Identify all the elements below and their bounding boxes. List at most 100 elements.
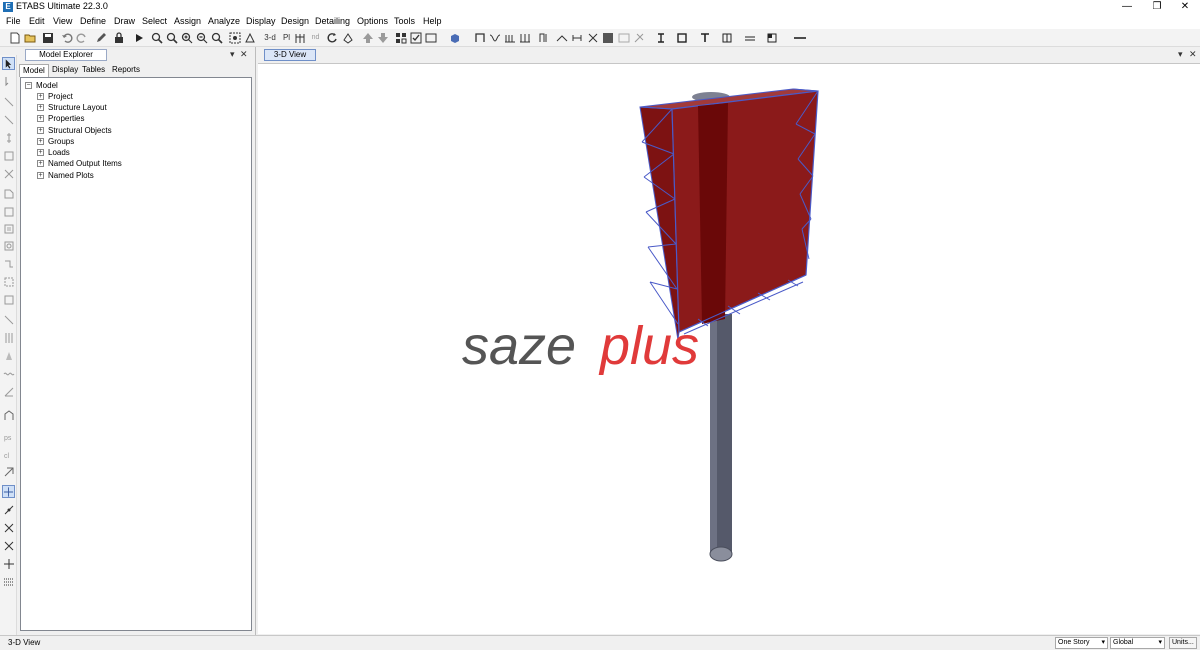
- menu-tools[interactable]: Tools: [394, 16, 415, 26]
- menu-display[interactable]: Display: [246, 16, 276, 26]
- draw-rect-floor-icon[interactable]: [2, 205, 15, 218]
- expand-icon[interactable]: +: [37, 114, 44, 122]
- minimize-button[interactable]: —: [1112, 0, 1142, 14]
- snap-fine-grid-icon[interactable]: [2, 575, 15, 588]
- expand-icon[interactable]: +: [37, 137, 44, 145]
- draw-link-icon[interactable]: [2, 313, 15, 326]
- draw-column-left-icon[interactable]: [2, 131, 15, 144]
- draw-beam-icon[interactable]: [654, 31, 667, 44]
- run-analysis-icon[interactable]: [132, 31, 145, 44]
- coordinate-system-selector[interactable]: Global ▾: [1110, 637, 1165, 649]
- save-icon[interactable]: [41, 31, 54, 44]
- zoom-out-icon[interactable]: [195, 31, 208, 44]
- zoom-restore-icon[interactable]: [165, 31, 178, 44]
- tree-node-structural-objects[interactable]: + Structural Objects: [37, 125, 112, 135]
- menu-analyze[interactable]: Analyze: [208, 16, 240, 26]
- move-up-icon[interactable]: [361, 31, 374, 44]
- tab-model[interactable]: Model: [19, 64, 49, 77]
- snap-intersections-icon[interactable]: [2, 521, 15, 534]
- expand-icon[interactable]: +: [37, 159, 44, 167]
- plan-view-button[interactable]: Pl: [280, 31, 293, 44]
- draw-opening-icon[interactable]: [765, 31, 778, 44]
- collapse-icon[interactable]: −: [25, 81, 32, 89]
- draw-frame-icon[interactable]: [2, 113, 15, 126]
- menu-file[interactable]: File: [6, 16, 21, 26]
- model-canvas[interactable]: saze plus: [258, 63, 1200, 634]
- units-button[interactable]: Units...: [1169, 637, 1197, 649]
- snap-points-icon[interactable]: [2, 485, 15, 498]
- pencil-icon[interactable]: [94, 31, 107, 44]
- disabled-tool-icon[interactable]: [617, 31, 630, 44]
- select-previous-icon[interactable]: ps: [2, 429, 15, 442]
- tab-reports[interactable]: Reports: [109, 64, 143, 77]
- draw-joint-icon[interactable]: [2, 95, 15, 108]
- tab-tables[interactable]: Tables: [79, 64, 108, 77]
- draw-column-icon[interactable]: [675, 31, 688, 44]
- links-icon[interactable]: [503, 31, 516, 44]
- view-dropdown-icon[interactable]: ▾: [1178, 49, 1183, 60]
- draw-tendon-icon[interactable]: [2, 367, 15, 380]
- menu-assign[interactable]: Assign: [174, 16, 201, 26]
- menu-detailing[interactable]: Detailing: [315, 16, 350, 26]
- grid-icon[interactable]: [586, 31, 599, 44]
- fill-objects-icon[interactable]: [473, 31, 486, 44]
- menu-help[interactable]: Help: [423, 16, 442, 26]
- model-check-icon[interactable]: [601, 31, 614, 44]
- undo-icon[interactable]: [60, 31, 73, 44]
- draw-grid-icon[interactable]: [2, 331, 15, 344]
- draw-ramp-icon[interactable]: [2, 293, 15, 306]
- draw-opening-left-icon[interactable]: [2, 239, 15, 252]
- reshape-icon[interactable]: [2, 75, 15, 88]
- zoom-previous-icon[interactable]: [210, 31, 223, 44]
- draw-reference-icon[interactable]: [2, 385, 15, 398]
- supports-icon[interactable]: [518, 31, 531, 44]
- zoom-in-icon[interactable]: [180, 31, 193, 44]
- nd-view-button[interactable]: nd: [309, 31, 322, 44]
- measure-icon[interactable]: [570, 31, 583, 44]
- close-button[interactable]: ✕: [1170, 0, 1200, 14]
- snap-perpendicular-icon[interactable]: [2, 539, 15, 552]
- move-down-icon[interactable]: [376, 31, 389, 44]
- draw-beam-left-icon[interactable]: [2, 149, 15, 162]
- tab-3d-view[interactable]: 3-D View: [264, 49, 316, 61]
- rotate-icon[interactable]: [325, 31, 338, 44]
- set-display-icon[interactable]: [409, 31, 422, 44]
- section-cut-icon[interactable]: [537, 31, 550, 44]
- snap-icon[interactable]: [2, 465, 15, 478]
- expand-icon[interactable]: +: [37, 148, 44, 156]
- panel-close-icon[interactable]: ✕: [240, 49, 248, 60]
- elevation-view-icon[interactable]: [293, 31, 306, 44]
- clear-selection-icon[interactable]: cl: [2, 447, 15, 460]
- snap-ends-icon[interactable]: [2, 503, 15, 516]
- quick-draw-floor-icon[interactable]: [2, 222, 15, 235]
- tree-node-project[interactable]: + Project: [37, 91, 73, 101]
- menu-options[interactable]: Options: [357, 16, 388, 26]
- menu-draw[interactable]: Draw: [114, 16, 135, 26]
- tree-node-model[interactable]: − Model: [25, 80, 58, 90]
- lock-icon[interactable]: [112, 31, 125, 44]
- model-explorer-title[interactable]: Model Explorer: [25, 49, 107, 61]
- open-icon[interactable]: [23, 31, 36, 44]
- view-toggle-icon[interactable]: [424, 31, 437, 44]
- tree-node-loads[interactable]: + Loads: [37, 147, 70, 157]
- draw-wall-icon[interactable]: [720, 31, 733, 44]
- expand-icon[interactable]: +: [37, 103, 44, 111]
- view-close-icon[interactable]: ✕: [1189, 49, 1197, 60]
- tree-node-named-plots[interactable]: + Named Plots: [37, 170, 94, 180]
- zoom-rubber-icon[interactable]: [150, 31, 163, 44]
- draw-slab-icon[interactable]: [743, 31, 756, 44]
- menu-design[interactable]: Design: [281, 16, 309, 26]
- draw-line-icon[interactable]: [790, 31, 810, 44]
- tree-node-groups[interactable]: + Groups: [37, 136, 74, 146]
- draw-brace-icon[interactable]: [698, 31, 711, 44]
- menu-select[interactable]: Select: [142, 16, 167, 26]
- draw-floor-icon[interactable]: [2, 187, 15, 200]
- draw-wall-stack-icon[interactable]: [2, 275, 15, 288]
- select-all-icon[interactable]: [2, 409, 15, 422]
- redo-icon[interactable]: [75, 31, 88, 44]
- expand-icon[interactable]: +: [37, 92, 44, 100]
- tab-display[interactable]: Display: [49, 64, 81, 77]
- snap-lines-icon[interactable]: [2, 557, 15, 570]
- tree-node-named-output-items[interactable]: + Named Output Items: [37, 158, 122, 168]
- tree-node-structure-layout[interactable]: + Structure Layout: [37, 102, 107, 112]
